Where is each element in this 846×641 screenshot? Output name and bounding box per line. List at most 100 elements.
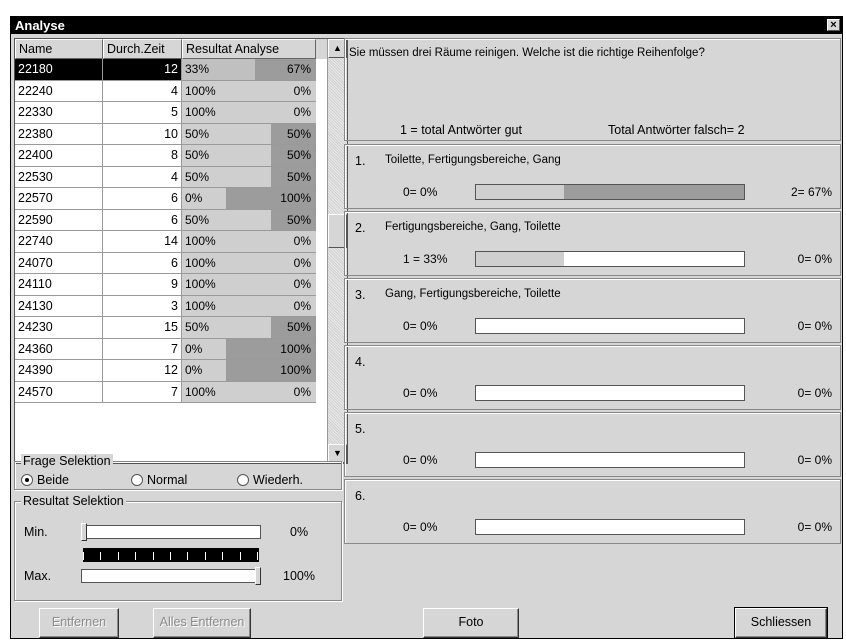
min-slider-track[interactable] <box>81 525 261 539</box>
max-slider-track[interactable] <box>81 569 261 583</box>
row-zeit: 12 <box>103 59 182 80</box>
row-name: 24390 <box>15 360 103 381</box>
column-header-zeit[interactable]: Durch.Zeit <box>103 39 182 59</box>
result-good-pct: 100% <box>185 83 216 98</box>
result-bad-pct: 50% <box>286 148 311 162</box>
close-icon[interactable]: × <box>827 19 840 31</box>
result-bad-pct: 0% <box>293 105 311 119</box>
scale-tick <box>204 552 206 560</box>
answer-number: 4. <box>355 355 366 369</box>
row-resultat: 50% 50% <box>182 145 316 166</box>
slider-scale <box>83 548 259 562</box>
scale-tick <box>135 552 137 560</box>
radio-beide-button[interactable] <box>21 474 33 486</box>
result-good-pct: 50% <box>185 320 210 334</box>
row-name: 22740 <box>15 231 103 252</box>
answer-panel: 3. Gang, Fertigungsbereiche, Toilette 0= 0… <box>344 278 841 343</box>
row-zeit: 4 <box>103 166 182 187</box>
row-resultat: 0% 100% <box>182 338 316 359</box>
table-row[interactable]: 24360 7 0% 100% <box>15 338 316 360</box>
alles-entfernen-button[interactable]: Alles Entfernen <box>153 608 251 638</box>
max-slider-thumb[interactable] <box>255 567 261 585</box>
result-bad-pct: 0% <box>293 255 311 270</box>
max-label: Max. <box>24 569 52 583</box>
result-good-pct: 50% <box>185 126 210 141</box>
result-bad-pct: 0% <box>293 298 311 313</box>
row-name: 22380 <box>15 123 103 144</box>
question-text: Sie müssen drei Räume reinigen. Welche i… <box>349 47 705 59</box>
min-slider-thumb[interactable] <box>81 523 87 541</box>
row-name: 22590 <box>15 209 103 230</box>
row-resultat: 100% 0% <box>182 274 316 295</box>
result-bad-pct: 50% <box>286 126 311 141</box>
entfernen-button[interactable]: Entfernen <box>39 608 119 638</box>
row-resultat: 100% 0% <box>182 295 316 316</box>
table-row[interactable]: 24570 7 100% 0% <box>15 381 316 403</box>
scale-tick <box>187 552 189 560</box>
row-resultat: 100% 0% <box>182 102 316 123</box>
radio-normal[interactable]: Normal <box>131 473 187 487</box>
scale-tick <box>170 552 171 560</box>
answer-panel: 4. 0= 0% 0= 0% <box>344 345 841 410</box>
row-zeit: 12 <box>103 360 182 381</box>
radio-beide[interactable]: Beide <box>21 473 69 487</box>
answer-bar <box>475 251 745 267</box>
answer-bar <box>475 519 745 535</box>
radio-normal-button[interactable] <box>131 474 143 486</box>
table-row[interactable]: 22740 14 100% 0% <box>15 231 316 253</box>
table-row[interactable]: 22570 6 0% 100% <box>15 188 316 210</box>
analyse-window: Analyse × Name Durch.Zeit Resultat Analy… <box>10 16 843 639</box>
row-zeit: 7 <box>103 381 182 402</box>
row-zeit: 14 <box>103 231 182 252</box>
table-row[interactable]: 24230 15 50% 50% <box>15 317 316 339</box>
result-bad-pct: 50% <box>286 320 311 334</box>
table-row[interactable]: 22530 4 50% 50% <box>15 166 316 188</box>
result-bad-pct: 0% <box>293 277 311 291</box>
radio-wiederh-button[interactable] <box>237 474 249 486</box>
table-row[interactable]: 24130 3 100% 0% <box>15 295 316 317</box>
frage-selektion-group: Frage Selektion Beide Normal Wiederh. <box>14 454 342 490</box>
answer-bad-count: 0= 0% <box>797 453 832 467</box>
row-name: 22330 <box>15 102 103 123</box>
table-row[interactable]: 24070 6 100% 0% <box>15 252 316 274</box>
answer-panel: 2. Fertigungsbereiche, Gang, Toilette 1 = … <box>344 211 841 276</box>
result-bad-pct: 0% <box>293 83 311 98</box>
column-header-name[interactable]: Name <box>15 39 103 59</box>
table-row[interactable]: 24110 9 100% 0% <box>15 274 316 296</box>
row-resultat: 50% 50% <box>182 123 316 144</box>
answer-panel: 6. 0= 0% 0= 0% <box>344 479 841 544</box>
answer-bar-fill <box>476 185 565 199</box>
result-good-pct: 0% <box>185 341 203 356</box>
table-row[interactable]: 22180 12 33% 67% <box>15 59 316 81</box>
answer-bad-count: 0= 0% <box>797 386 832 400</box>
row-resultat: 100% 0% <box>182 252 316 273</box>
answer-good-count: 0= 0% <box>403 453 438 467</box>
answer-number: 5. <box>355 422 366 436</box>
row-zeit: 7 <box>103 338 182 359</box>
table-row[interactable]: 22400 8 50% 50% <box>15 145 316 167</box>
table-row[interactable]: 22590 6 50% 50% <box>15 209 316 231</box>
schliessen-button[interactable]: Schliessen <box>734 607 828 639</box>
row-resultat: 100% 0% <box>182 381 316 402</box>
answer-number: 2. <box>355 221 366 235</box>
row-resultat: 100% 0% <box>182 231 316 252</box>
answer-panel: 5. 0= 0% 0= 0% <box>344 412 841 477</box>
foto-button[interactable]: Foto <box>423 608 519 638</box>
table-row[interactable]: 22380 10 50% 50% <box>15 123 316 145</box>
max-value: 100% <box>283 569 315 583</box>
table-row[interactable]: 22240 4 100% 0% <box>15 80 316 102</box>
answer-bad-count: 2= 67% <box>790 185 832 199</box>
row-resultat: 33% 67% <box>182 59 316 80</box>
result-good-pct: 50% <box>185 148 210 162</box>
column-header-resultat[interactable]: Resultat Analyse <box>182 39 316 59</box>
result-good-pct: 100% <box>185 277 216 291</box>
frage-selektion-title: Frage Selektion <box>21 454 113 468</box>
table-row[interactable]: 22330 5 100% 0% <box>15 102 316 124</box>
row-resultat: 0% 100% <box>182 188 316 209</box>
radio-wiederh[interactable]: Wiederh. <box>237 473 303 487</box>
table-row[interactable]: 24390 12 0% 100% <box>15 360 316 382</box>
row-resultat: 50% 50% <box>182 166 316 187</box>
answer-panel: 1. Toilette, Fertigungsbereiche, Gang 0= 0… <box>344 144 841 209</box>
answer-good-count: 0= 0% <box>403 386 438 400</box>
row-zeit: 8 <box>103 145 182 166</box>
